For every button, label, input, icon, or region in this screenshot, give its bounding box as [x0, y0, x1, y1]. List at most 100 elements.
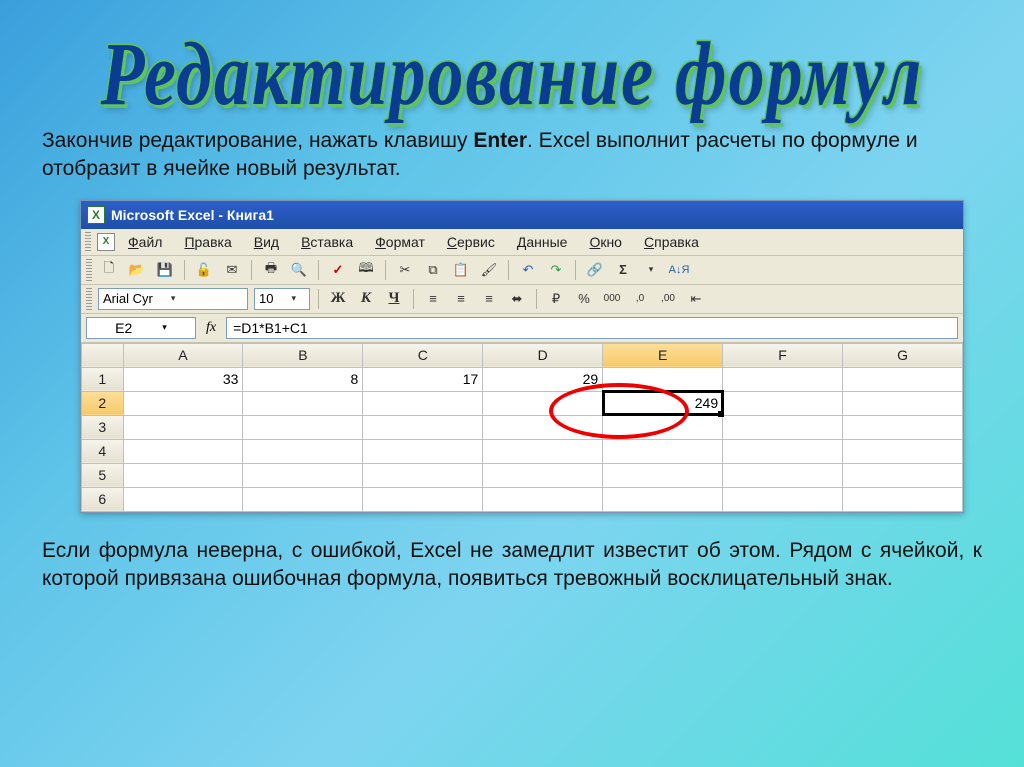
menu-tools[interactable]: Сервис — [438, 232, 504, 252]
col-header-A[interactable]: A — [123, 343, 243, 367]
col-header-E[interactable]: E — [603, 343, 723, 367]
redo-icon[interactable]: ↷ — [545, 259, 567, 281]
menubar-grip[interactable] — [85, 232, 91, 252]
save-icon[interactable]: 💾 — [154, 259, 176, 281]
row-header-5[interactable]: 5 — [82, 463, 124, 487]
align-left-icon[interactable]: ≡ — [422, 288, 444, 310]
cell-D1[interactable]: 29 — [483, 367, 603, 391]
open-icon[interactable]: 📂 — [126, 259, 148, 281]
merge-icon[interactable]: ⬌ — [506, 288, 528, 310]
preview-icon[interactable]: 🔍 — [288, 259, 310, 281]
cell-E2[interactable]: 249 — [603, 391, 723, 415]
permission-icon[interactable]: 🔓 — [193, 259, 215, 281]
cell-G2[interactable] — [843, 391, 963, 415]
cell[interactable] — [483, 487, 603, 511]
row-header-2[interactable]: 2 — [82, 391, 124, 415]
cell[interactable] — [603, 487, 723, 511]
menu-view[interactable]: Вид — [245, 232, 288, 252]
menu-format[interactable]: Формат — [366, 232, 434, 252]
fontsize-combo[interactable]: 10 ▾ — [254, 288, 310, 310]
col-header-G[interactable]: G — [843, 343, 963, 367]
print-icon[interactable]: 🖶 — [260, 259, 282, 281]
fx-icon[interactable]: fx — [206, 320, 216, 336]
row-header-6[interactable]: 6 — [82, 487, 124, 511]
comma-icon[interactable]: 000 — [601, 288, 623, 310]
bold-button[interactable]: Ж — [327, 288, 349, 310]
format-painter-icon[interactable]: 🖌 — [478, 259, 500, 281]
align-center-icon[interactable]: ≡ — [450, 288, 472, 310]
align-right-icon[interactable]: ≡ — [478, 288, 500, 310]
cell[interactable] — [243, 487, 363, 511]
menu-data[interactable]: Данные — [508, 232, 577, 252]
italic-button[interactable]: К — [355, 288, 377, 310]
dec-dec-icon[interactable]: ,00 — [657, 288, 679, 310]
underline-button[interactable]: Ч — [383, 288, 405, 310]
menu-file[interactable]: Файл — [119, 232, 171, 252]
percent-icon[interactable]: % — [573, 288, 595, 310]
name-box[interactable]: E2 ▾ — [86, 317, 196, 339]
cell[interactable] — [363, 415, 483, 439]
cell[interactable] — [723, 463, 843, 487]
cell[interactable] — [123, 439, 243, 463]
cell[interactable] — [603, 463, 723, 487]
cell[interactable] — [363, 463, 483, 487]
cell-A2[interactable] — [123, 391, 243, 415]
cell[interactable] — [843, 463, 963, 487]
cell[interactable] — [483, 439, 603, 463]
cell-F1[interactable] — [723, 367, 843, 391]
inc-dec-icon[interactable]: ,0 — [629, 288, 651, 310]
cell-D2[interactable] — [483, 391, 603, 415]
menu-insert[interactable]: Вставка — [292, 232, 362, 252]
cell-B1[interactable]: 8 — [243, 367, 363, 391]
sort-icon[interactable]: А↓Я — [668, 259, 690, 281]
cell-C2[interactable] — [363, 391, 483, 415]
cell[interactable] — [123, 487, 243, 511]
cell[interactable] — [243, 439, 363, 463]
formula-input[interactable]: =D1*B1+C1 — [226, 317, 958, 339]
font-combo[interactable]: Arial Cyr ▾ — [98, 288, 248, 310]
hyperlink-icon[interactable]: 🔗 — [584, 259, 606, 281]
spellcheck-icon[interactable]: ✓ — [327, 259, 349, 281]
copy-icon[interactable]: ⧉ — [422, 259, 444, 281]
spreadsheet-grid[interactable]: A B C D E F G 1 33 8 17 29 2 — [81, 343, 963, 512]
chevron-down-icon[interactable]: ▾ — [640, 259, 662, 281]
control-menu-icon[interactable]: X — [97, 233, 115, 251]
cell[interactable] — [243, 463, 363, 487]
col-header-B[interactable]: B — [243, 343, 363, 367]
cell-A3[interactable] — [123, 415, 243, 439]
cell[interactable] — [843, 487, 963, 511]
col-header-F[interactable]: F — [723, 343, 843, 367]
cut-icon[interactable]: ✂ — [394, 259, 416, 281]
select-all-cell[interactable] — [82, 343, 124, 367]
new-icon[interactable]: 🗋 — [98, 259, 120, 281]
cell[interactable] — [363, 487, 483, 511]
currency-icon[interactable]: ₽ — [545, 288, 567, 310]
undo-icon[interactable]: ↶ — [517, 259, 539, 281]
cell[interactable] — [723, 439, 843, 463]
cell[interactable] — [603, 415, 723, 439]
cell[interactable] — [483, 415, 603, 439]
cell-G1[interactable] — [843, 367, 963, 391]
cell[interactable] — [363, 439, 483, 463]
cell[interactable] — [723, 487, 843, 511]
cell-C1[interactable]: 17 — [363, 367, 483, 391]
autosum-icon[interactable]: Σ — [612, 259, 634, 281]
cell[interactable] — [123, 463, 243, 487]
cell-B2[interactable] — [243, 391, 363, 415]
cell[interactable] — [603, 439, 723, 463]
row-header-4[interactable]: 4 — [82, 439, 124, 463]
fmtbar-grip[interactable] — [86, 288, 92, 310]
cell-F2[interactable] — [723, 391, 843, 415]
col-header-C[interactable]: C — [363, 343, 483, 367]
cell[interactable] — [243, 415, 363, 439]
cell-A1[interactable]: 33 — [123, 367, 243, 391]
menu-edit[interactable]: Правка — [175, 232, 240, 252]
menu-help[interactable]: Справка — [635, 232, 708, 252]
cell[interactable] — [843, 439, 963, 463]
row-header-3[interactable]: 3 — [82, 415, 124, 439]
cell[interactable] — [843, 415, 963, 439]
cell[interactable] — [723, 415, 843, 439]
research-icon[interactable]: 🕮 — [355, 259, 377, 281]
menu-window[interactable]: Окно — [580, 232, 631, 252]
col-header-D[interactable]: D — [483, 343, 603, 367]
